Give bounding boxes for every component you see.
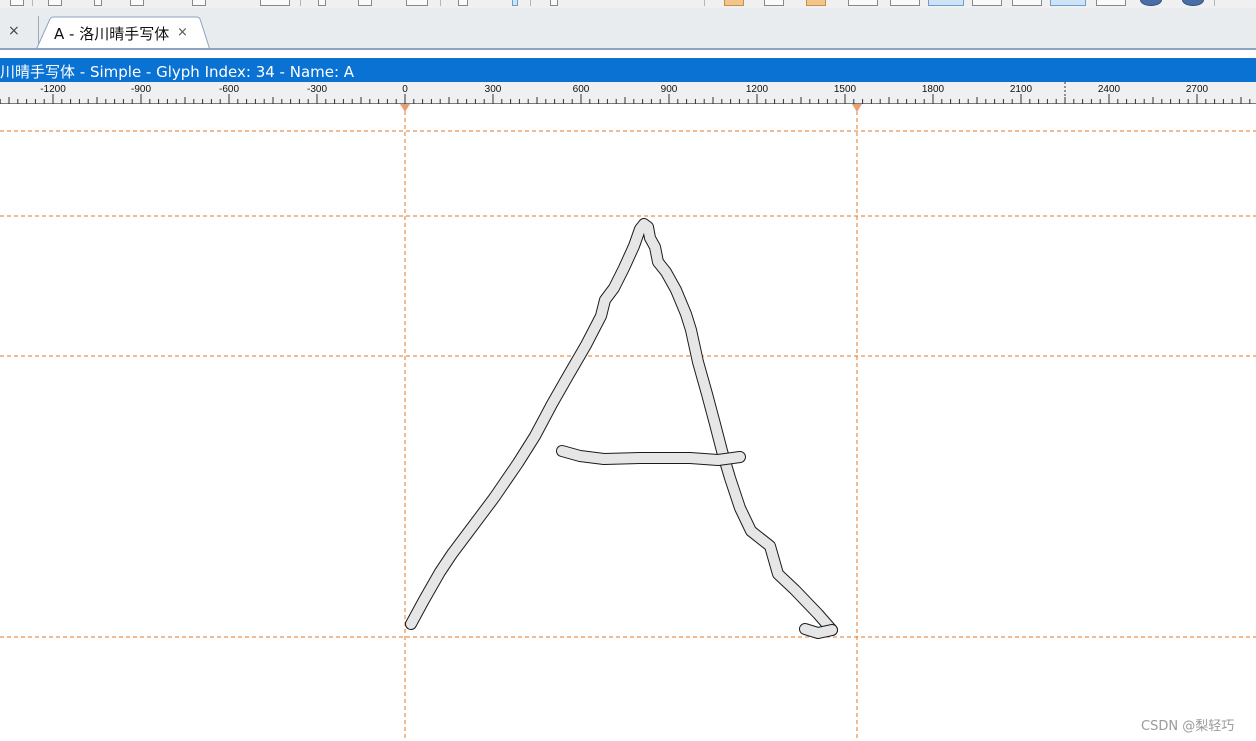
- ruler-label: 600: [573, 84, 590, 95]
- advance-marker-icon[interactable]: [852, 104, 862, 112]
- toolbar-separator: [530, 0, 531, 6]
- ruler-label: 2400: [1098, 84, 1121, 95]
- glyph-stroke-shadow: [405, 218, 838, 636]
- toolbar-separator: [32, 0, 33, 6]
- glyph-point-icon[interactable]: [1012, 0, 1042, 6]
- glyph-tail-body: [800, 624, 837, 638]
- ruler-label: 2700: [1186, 84, 1209, 95]
- horizontal-ruler[interactable]: -1200 -900 -600 -300 0 300 600 900 1200 1500 1800 2…: [0, 82, 1256, 104]
- ruler-label: 2100: [1010, 84, 1033, 95]
- toolbar-separator: [300, 0, 301, 6]
- toolbar-separator: [1214, 0, 1215, 6]
- grid-icon[interactable]: [406, 0, 428, 6]
- ruler-label: 900: [661, 84, 678, 95]
- tab-strip-border: [0, 48, 1256, 50]
- glyph-grid-active-icon[interactable]: [1050, 0, 1086, 6]
- tab-active-glyph[interactable]: A - 洛川晴手写体 ×: [36, 16, 210, 50]
- ruler-label: 1200: [746, 84, 769, 95]
- ruler-scale: -1200 -900 -600 -300 0 300 600 900 1200 1500 1800 2…: [0, 82, 1251, 104]
- toolbar-separator: [704, 0, 705, 6]
- ruler-label: -300: [307, 84, 327, 95]
- tab-close-icon[interactable]: ×: [8, 23, 20, 39]
- page-icon[interactable]: [358, 0, 372, 6]
- paste-icon[interactable]: [192, 0, 206, 6]
- tab-close-icon[interactable]: ×: [177, 25, 188, 40]
- tab-previous[interactable]: ×: [0, 16, 39, 49]
- ruler-label: -900: [131, 84, 151, 95]
- glyph-window-titlebar: 川晴手写体 - Simple - Glyph Index: 34 - Name:…: [0, 58, 1256, 82]
- glyph-point-orange-icon[interactable]: [1096, 0, 1126, 6]
- ruler-label: -600: [219, 84, 239, 95]
- folder-open-icon[interactable]: [806, 0, 826, 6]
- glyph-curve-icon[interactable]: [890, 0, 920, 6]
- copy-icon[interactable]: [260, 0, 290, 6]
- toolbar: [0, 0, 1256, 8]
- glyph-window-title: 川晴手写体 - Simple - Glyph Index: 34 - Name:…: [0, 63, 355, 81]
- globe-icon[interactable]: [1140, 0, 1162, 6]
- ruler-label: -1200: [40, 84, 66, 95]
- guide-lines: [0, 104, 1256, 741]
- ruler-label: 0: [402, 84, 408, 95]
- origin-marker-icon[interactable]: [400, 104, 410, 112]
- glyph-a-outline[interactable]: [405, 218, 838, 639]
- glyph-grid-icon[interactable]: [848, 0, 878, 6]
- glyph-canvas[interactable]: [0, 104, 1256, 741]
- small-arrow-icon[interactable]: [94, 0, 102, 6]
- cut-icon[interactable]: [318, 0, 326, 6]
- toolbar-separator: [440, 0, 441, 6]
- watermark-text: CSDN @梨轻巧: [1141, 719, 1235, 734]
- tab-label: A - 洛川晴手写体: [54, 25, 170, 43]
- glyph-curve-red-icon[interactable]: [972, 0, 1002, 6]
- document-icon[interactable]: [48, 0, 62, 6]
- rotate-icon[interactable]: [458, 0, 468, 6]
- page-icon-2[interactable]: [764, 0, 784, 6]
- file-icon[interactable]: [10, 0, 24, 6]
- glyph-editor-surface: [0, 104, 1256, 741]
- arrow-icon[interactable]: [550, 0, 558, 6]
- folder-icon[interactable]: [724, 0, 744, 6]
- ruler-label: 1500: [834, 84, 857, 95]
- ruler-label: 1800: [922, 84, 945, 95]
- pen-icon[interactable]: [512, 0, 518, 6]
- globe-small-icon[interactable]: [1182, 0, 1204, 6]
- glyph-grid-selected-icon[interactable]: [928, 0, 964, 6]
- ruler-label: 300: [485, 84, 502, 95]
- print-icon[interactable]: [130, 0, 144, 6]
